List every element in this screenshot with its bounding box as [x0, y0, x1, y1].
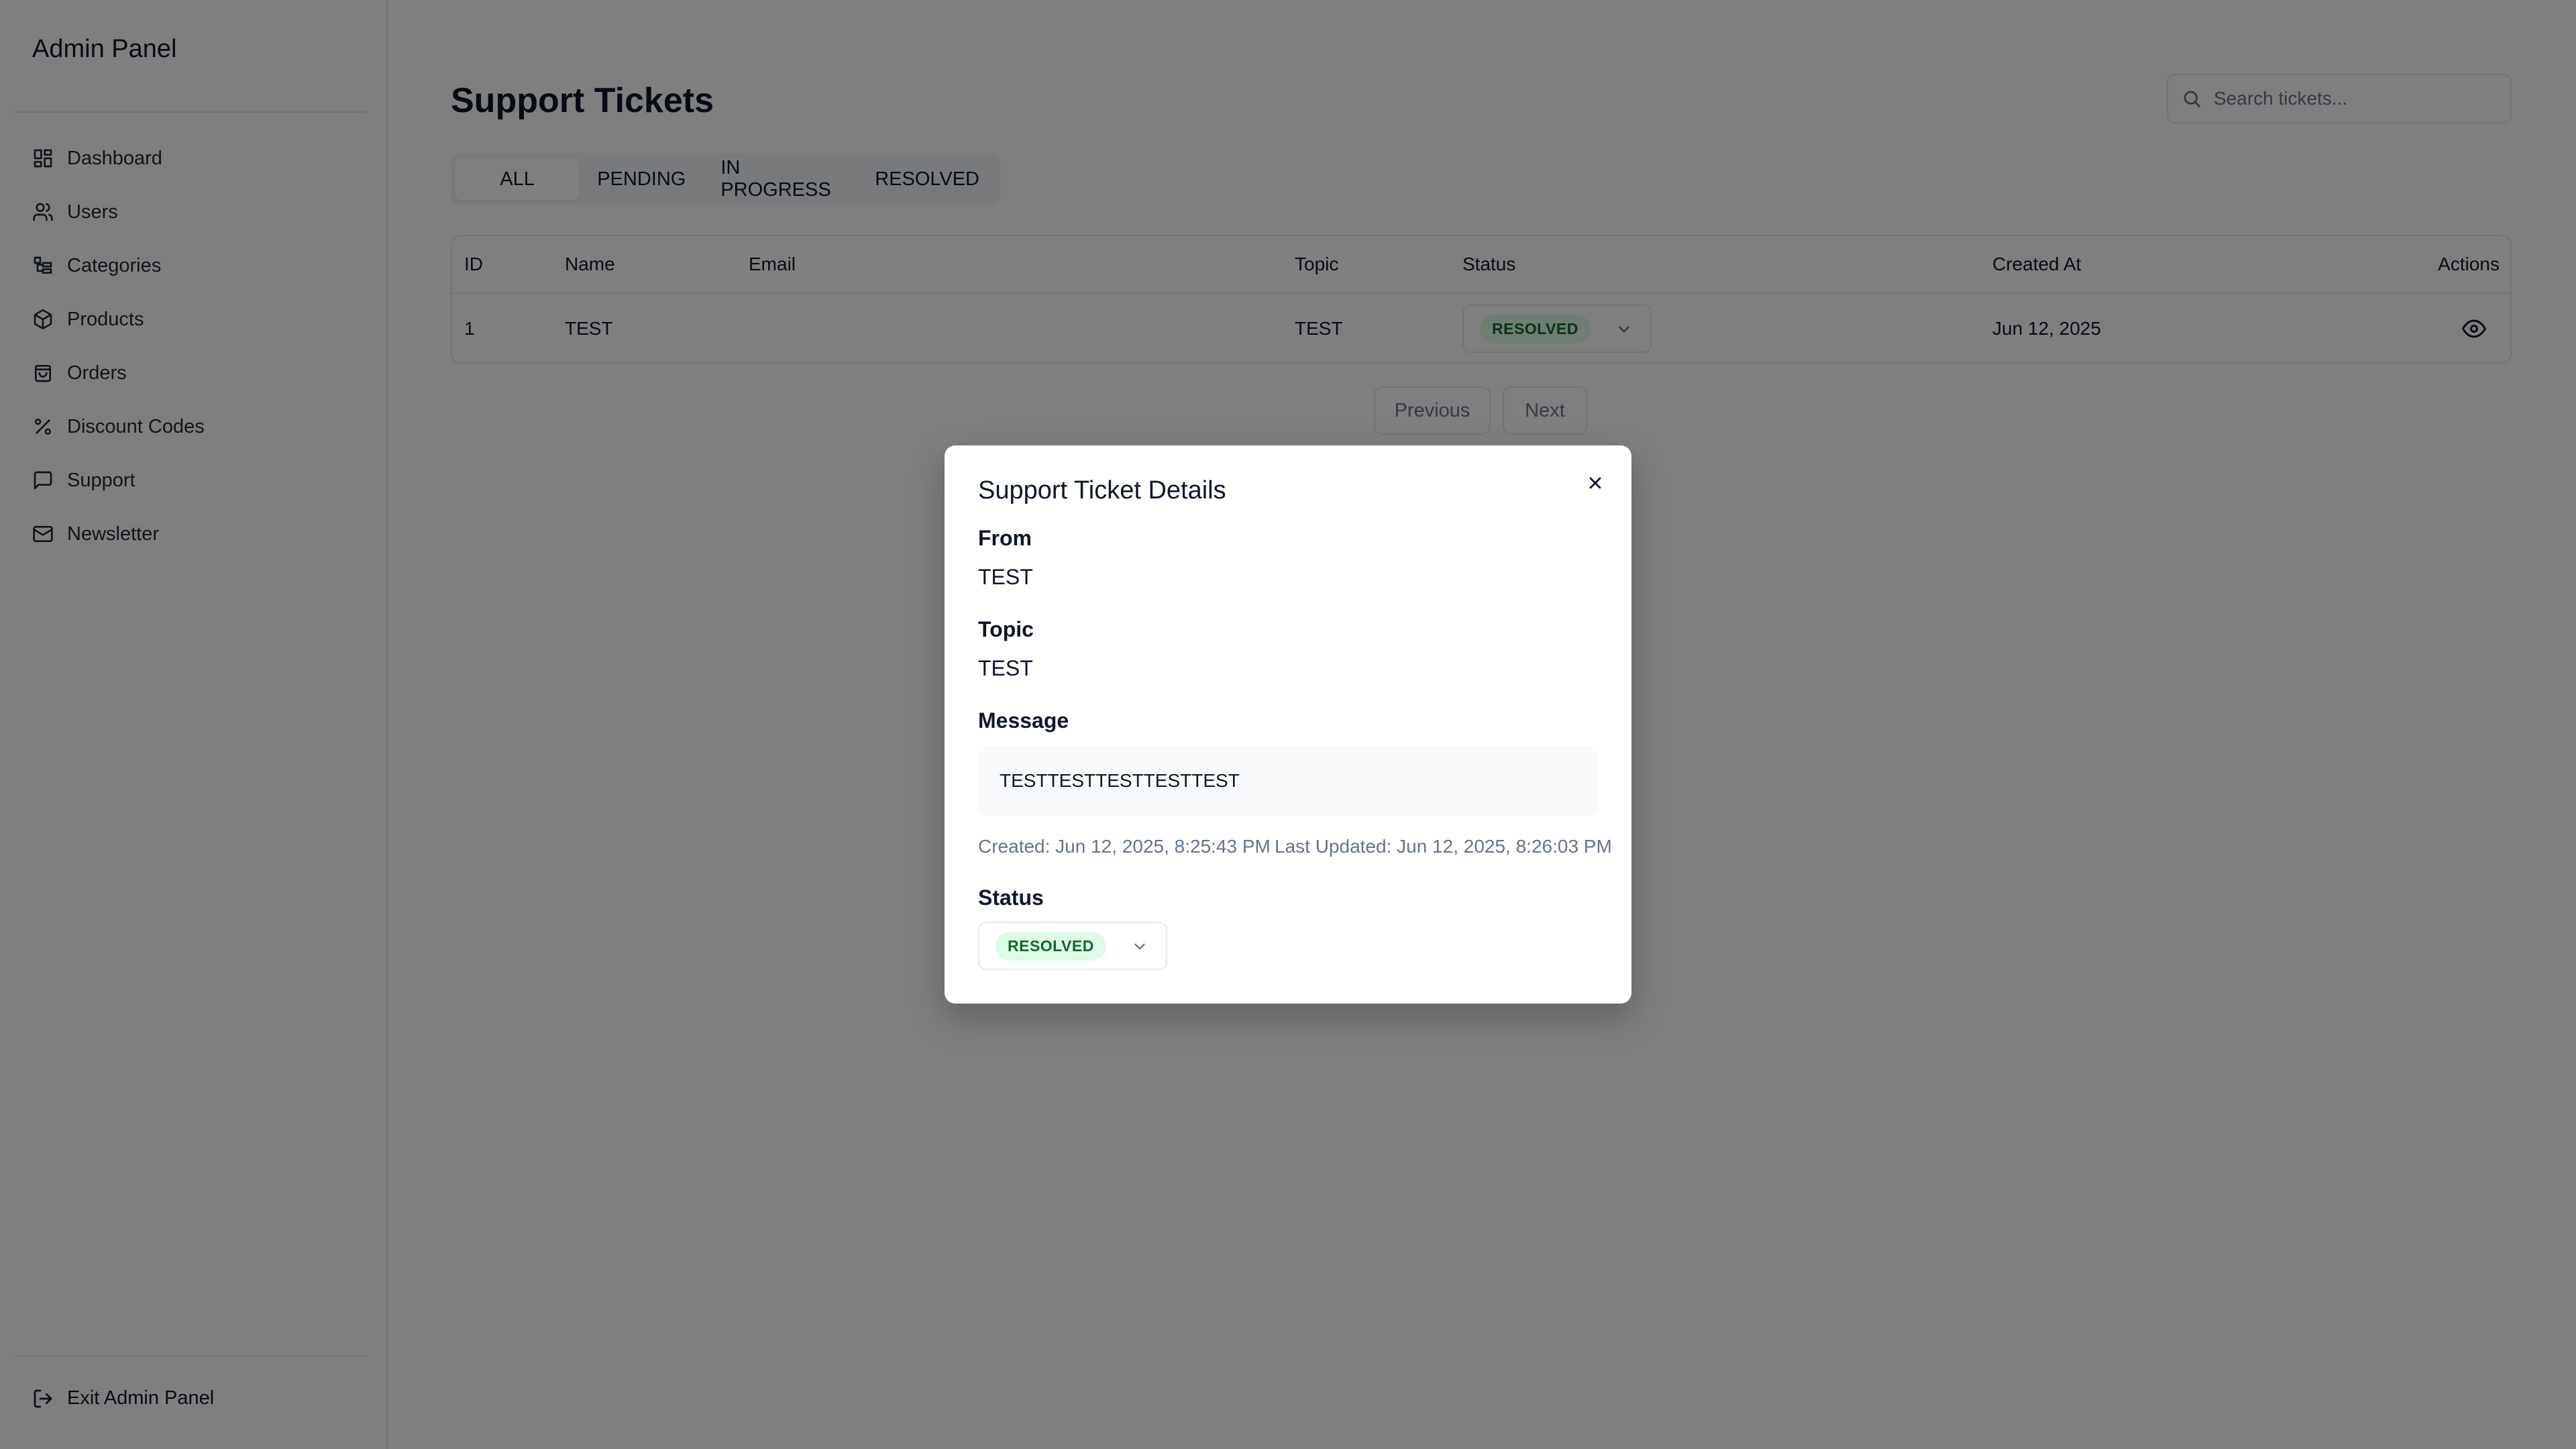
from-value: TEST: [978, 565, 1033, 589]
modal-status-select[interactable]: RESOLVED: [978, 922, 1167, 970]
from-label: From: [978, 526, 1032, 550]
modal-title: Support Ticket Details: [978, 476, 1226, 504]
topic-label: Topic: [978, 617, 1034, 641]
close-button[interactable]: [1582, 470, 1609, 496]
status-badge: RESOLVED: [996, 931, 1106, 961]
last-updated-timestamp: Last Updated: Jun 12, 2025, 8:26:03 PM: [1275, 836, 1612, 857]
chevron-down-icon: [1131, 938, 1148, 955]
topic-value: TEST: [978, 656, 1033, 680]
message-box: TESTTESTTESTTESTTEST: [978, 746, 1598, 816]
message-label: Message: [978, 708, 1069, 733]
ticket-details-modal: Support Ticket Details From TEST Topic T…: [945, 445, 1631, 1004]
created-timestamp: Created: Jun 12, 2025, 8:25:43 PM: [978, 836, 1271, 857]
close-icon: [1589, 477, 1601, 489]
status-label: Status: [978, 885, 1044, 910]
